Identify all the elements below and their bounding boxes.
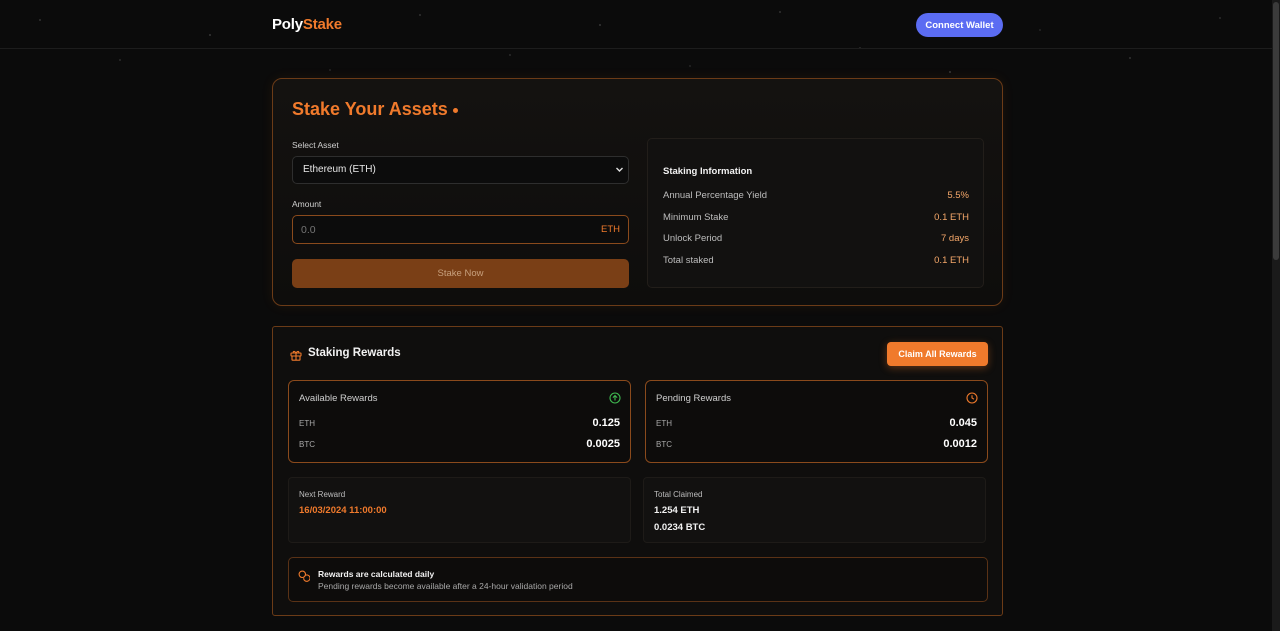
total-claimed-btc: 0.0234 BTC xyxy=(654,522,706,533)
reward-asset-label: BTC xyxy=(299,440,315,449)
stake-title-text: Stake Your Assets xyxy=(292,99,448,119)
stake-panel: Stake Your Assets Select Asset Ethereum … xyxy=(272,78,1003,306)
scrollbar-thumb[interactable] xyxy=(1273,2,1279,260)
reward-asset-label: ETH xyxy=(299,419,315,428)
claim-all-rewards-button[interactable]: Claim All Rewards xyxy=(887,342,988,366)
page-scrollbar[interactable] xyxy=(1272,0,1280,631)
info-row-value: 5.5% xyxy=(947,190,969,201)
available-rewards-title: Available Rewards xyxy=(299,393,378,404)
next-reward-title: Next Reward xyxy=(299,490,346,499)
pending-rewards-title: Pending Rewards xyxy=(656,393,731,404)
rewards-info-note: Rewards are calculated daily Pending rew… xyxy=(288,557,988,602)
connect-wallet-button[interactable]: Connect Wallet xyxy=(916,13,1003,37)
info-row-total-staked: Total staked 0.1 ETH xyxy=(663,255,969,269)
top-navbar: PolyStake Connect Wallet xyxy=(0,0,1272,49)
reward-asset-label: ETH xyxy=(656,419,672,428)
info-row-label: Annual Percentage Yield xyxy=(663,190,768,201)
total-claimed-title: Total Claimed xyxy=(654,490,703,499)
reward-value: 0.045 xyxy=(949,417,977,429)
info-row-label: Minimum Stake xyxy=(663,212,729,223)
info-row-label: Unlock Period xyxy=(663,233,723,244)
coins-icon xyxy=(298,569,311,582)
stake-title: Stake Your Assets xyxy=(292,99,458,120)
title-dot-icon xyxy=(452,107,458,113)
info-row-minimum-stake: Minimum Stake 0.1 ETH xyxy=(663,212,969,226)
available-rewards-card: Available Rewards ETH 0.125 BTC 0.0025 xyxy=(288,380,631,463)
gift-icon xyxy=(290,348,302,361)
amount-input[interactable] xyxy=(301,222,561,238)
info-row-value: 0.1 ETH xyxy=(934,212,969,223)
arrow-up-circle-icon xyxy=(609,391,621,404)
rewards-title: Staking Rewards xyxy=(308,347,401,359)
chevron-down-icon xyxy=(615,157,624,193)
reward-asset-label: BTC xyxy=(656,440,672,449)
select-asset-label: Select Asset xyxy=(292,140,339,150)
reward-value: 0.0012 xyxy=(943,438,977,450)
stake-now-button[interactable]: Stake Now xyxy=(292,259,629,288)
amount-field[interactable]: ETH xyxy=(292,215,629,244)
reward-value: 0.0025 xyxy=(586,438,620,450)
note-heading: Rewards are calculated daily xyxy=(318,569,435,579)
asset-select-value: Ethereum (ETH) xyxy=(303,164,376,175)
info-row-value: 0.1 ETH xyxy=(934,255,969,266)
next-reward-card: Next Reward 16/03/2024 11:00:00 xyxy=(288,477,631,543)
note-text: Pending rewards become available after a… xyxy=(318,581,573,591)
pending-rewards-card: Pending Rewards ETH 0.045 BTC 0.0012 xyxy=(645,380,988,463)
staking-info-box: Staking Information Annual Percentage Yi… xyxy=(647,138,984,288)
amount-unit: ETH xyxy=(601,224,620,235)
clock-icon xyxy=(966,391,978,404)
rewards-panel: Staking Rewards Claim All Rewards Availa… xyxy=(272,326,1003,616)
amount-label: Amount xyxy=(292,199,322,209)
info-row-label: Total staked xyxy=(663,255,714,266)
total-claimed-card: Total Claimed 1.254 ETH 0.0234 BTC xyxy=(643,477,986,543)
info-row-value: 7 days xyxy=(941,233,969,244)
info-row-apy: Annual Percentage Yield 5.5% xyxy=(663,190,969,204)
reward-value: 0.125 xyxy=(592,417,620,429)
logo-text-poly: Poly xyxy=(272,16,303,33)
logo-text-stake: Stake xyxy=(302,16,342,33)
brand-logo[interactable]: PolyStake xyxy=(272,16,342,33)
staking-info-title: Staking Information xyxy=(663,166,753,177)
asset-select[interactable]: Ethereum (ETH) xyxy=(292,156,629,184)
total-claimed-eth: 1.254 ETH xyxy=(654,505,700,516)
next-reward-time: 16/03/2024 11:00:00 xyxy=(299,505,387,516)
info-row-unlock-period: Unlock Period 7 days xyxy=(663,233,969,247)
